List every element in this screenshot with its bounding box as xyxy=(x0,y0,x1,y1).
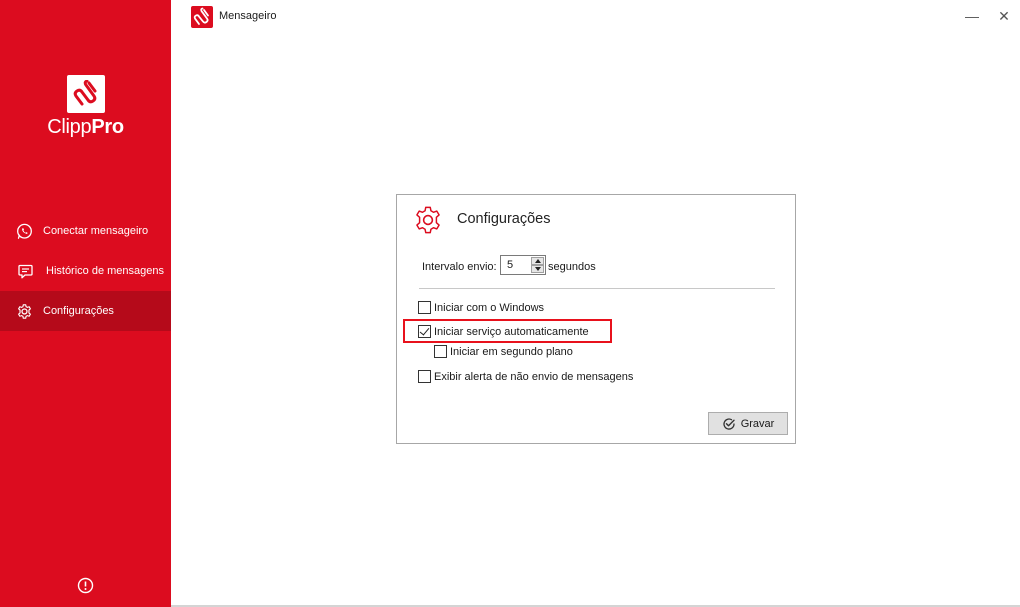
stepper-down-button[interactable] xyxy=(531,265,544,273)
save-button-label: Gravar xyxy=(740,417,775,430)
background-start-checkbox[interactable]: Iniciar em segundo plano xyxy=(434,345,573,358)
app-logo-icon xyxy=(191,6,213,28)
info-icon[interactable] xyxy=(77,577,94,594)
window-title: Mensageiro xyxy=(219,10,277,22)
sidebar: ClippPro Conectar mensageiro Histórico d… xyxy=(0,0,171,607)
title-bar: Mensageiro — ✕ xyxy=(171,0,1020,32)
sidebar-item-conectar-mensageiro[interactable]: Conectar mensageiro xyxy=(0,211,171,251)
checkbox-label: Iniciar serviço automaticamente xyxy=(434,325,589,338)
brand-name: ClippPro xyxy=(47,116,124,138)
interval-value[interactable]: 5 xyxy=(507,259,513,271)
checkbox-box[interactable] xyxy=(418,370,431,383)
interval-unit: segundos xyxy=(548,261,596,273)
gear-icon xyxy=(15,302,33,320)
close-button[interactable]: ✕ xyxy=(993,6,1015,26)
checkbox-box[interactable] xyxy=(434,345,447,358)
sidebar-item-label: Configurações xyxy=(43,305,114,317)
sidebar-item-label: Histórico de mensagens xyxy=(46,265,165,277)
divider xyxy=(419,288,775,289)
checkbox-label: Iniciar em segundo plano xyxy=(450,345,573,358)
sidebar-item-label: Conectar mensageiro xyxy=(43,225,149,237)
app-window: ClippPro Conectar mensageiro Histórico d… xyxy=(0,0,1020,607)
checkbox-label: Iniciar com o Windows xyxy=(434,301,545,314)
start-with-windows-checkbox[interactable]: Iniciar com o Windows xyxy=(418,301,544,314)
sidebar-item-configuracoes[interactable]: Configurações xyxy=(0,291,171,331)
clipp-logo xyxy=(67,75,105,113)
interval-stepper[interactable]: 5 xyxy=(500,255,546,275)
message-icon xyxy=(16,262,34,280)
interval-label: Intervalo envio: xyxy=(422,261,497,273)
dialog-title: Configurações xyxy=(457,211,551,227)
auto-start-service-checkbox[interactable]: Iniciar serviço automaticamente xyxy=(418,325,589,338)
checkbox-box[interactable] xyxy=(418,325,431,338)
checkbox-label: Exibir alerta de não envio de mensagens xyxy=(434,370,634,383)
stepper-buttons xyxy=(531,257,544,273)
whatsapp-icon xyxy=(15,222,33,240)
settings-dialog: Configurações Intervalo envio: 5 segundo… xyxy=(396,194,796,444)
send-failure-alert-checkbox[interactable]: Exibir alerta de não envio de mensagens xyxy=(418,370,633,383)
minimize-button[interactable]: — xyxy=(961,6,983,26)
gear-icon xyxy=(412,204,444,236)
save-button[interactable]: Gravar xyxy=(708,412,788,435)
sidebar-item-historico-de-mensagens[interactable]: Histórico de mensagens xyxy=(0,251,171,291)
stepper-up-button[interactable] xyxy=(531,257,544,265)
check-circle-icon xyxy=(723,417,735,430)
checkbox-box[interactable] xyxy=(418,301,431,314)
